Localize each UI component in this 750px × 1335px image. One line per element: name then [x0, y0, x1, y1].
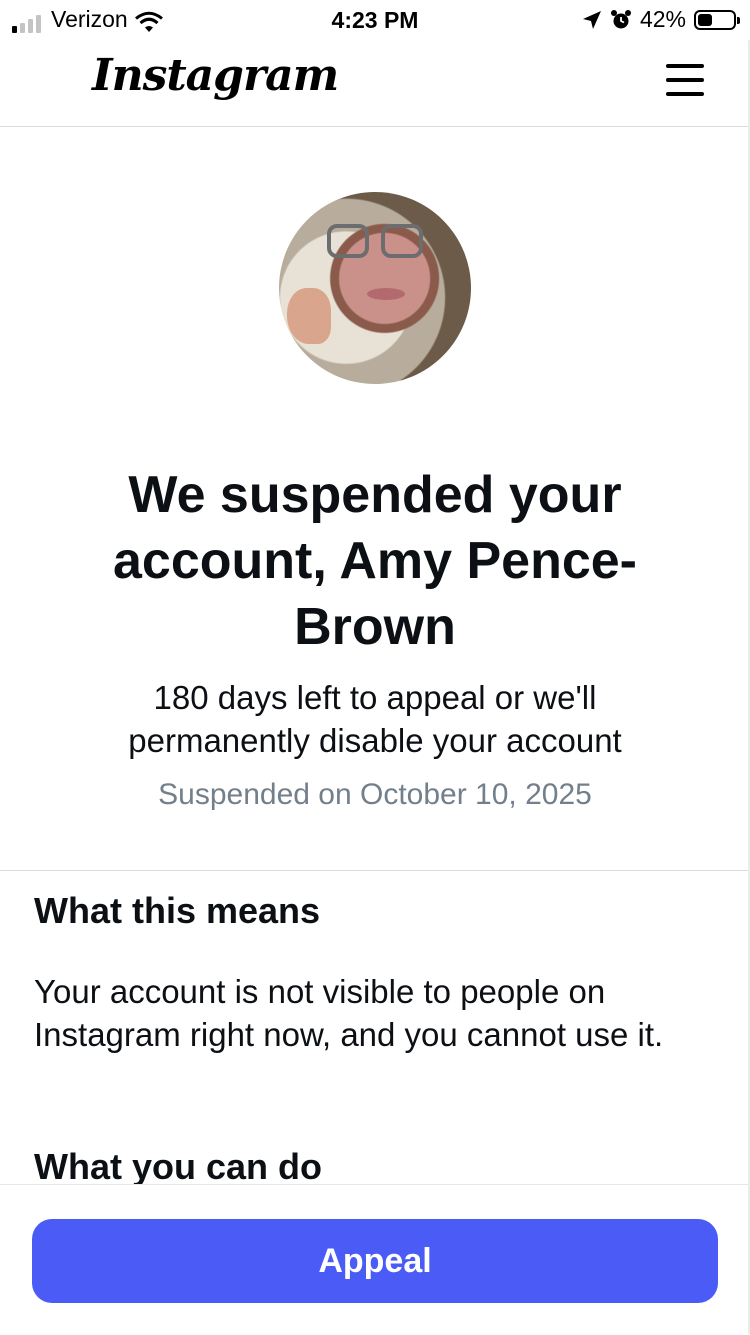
avatar-hand: [287, 288, 331, 344]
instagram-logo[interactable]: Instagram: [92, 50, 339, 101]
what-you-can-do-heading: What you can do: [34, 1146, 322, 1187]
what-this-means-heading: What this means: [34, 890, 321, 931]
location-arrow-icon: [582, 10, 601, 29]
status-right: 42%: [582, 6, 740, 33]
battery-icon: [694, 9, 740, 30]
avatar: [279, 192, 471, 384]
battery-fill: [698, 13, 712, 26]
appeal-deadline-text: 180 days left to appeal or we'll permane…: [128, 679, 622, 759]
app-header: Instagram: [0, 40, 748, 127]
hamburger-menu-icon[interactable]: [662, 62, 708, 98]
avatar-glasses: [327, 224, 427, 262]
divider: [0, 870, 748, 871]
appeal-button[interactable]: Appeal: [32, 1219, 718, 1303]
status-bar: Verizon 4:23 PM 42%: [0, 0, 750, 40]
avatar-lips: [367, 288, 405, 300]
alarm-clock-icon: [610, 9, 631, 28]
suspension-headline: We suspended your account, Amy Pence-Bro…: [112, 466, 637, 656]
suspension-date: Suspended on October 10, 2025: [158, 778, 592, 811]
what-this-means-body: Your account is not visible to people on…: [34, 973, 664, 1053]
battery-percent: 42%: [639, 6, 686, 32]
bottom-action-bar: Appeal: [0, 1184, 748, 1335]
